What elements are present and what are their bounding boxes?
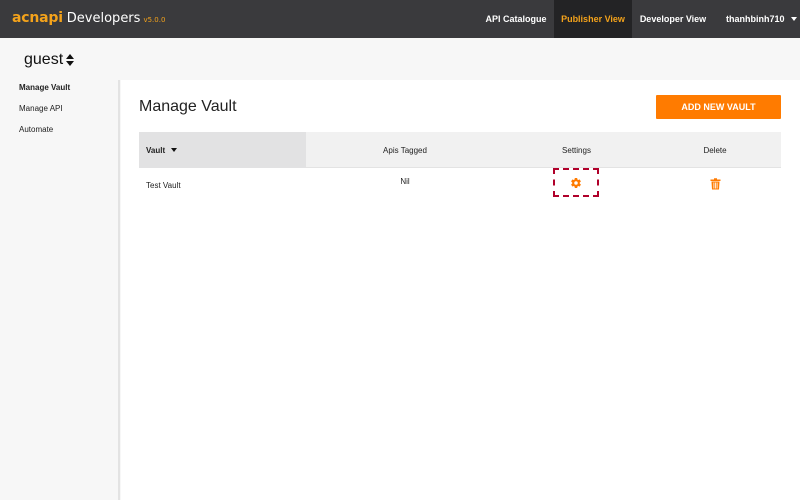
nav-label: API Catalogue bbox=[485, 14, 547, 24]
table-header: Vault Apis Tagged Settings Delete bbox=[139, 132, 781, 168]
column-header-label: Vault bbox=[146, 145, 166, 155]
main-content: Manage Vault ADD NEW VAULT Vault Apis Ta… bbox=[121, 80, 800, 500]
user-menu[interactable]: thanhbinh710 bbox=[718, 0, 800, 38]
logo-api: api bbox=[39, 10, 63, 26]
vault-settings-button[interactable] bbox=[553, 168, 599, 197]
user-name: thanhbinh710 bbox=[726, 14, 785, 24]
table-row: Test Vault Nil bbox=[139, 168, 781, 202]
brand-logo[interactable]: acn api Developers v5.0.0 bbox=[12, 10, 165, 26]
sidebar-item-manage-vault[interactable]: Manage Vault bbox=[19, 83, 70, 92]
nav-developer-view[interactable]: Developer View bbox=[632, 0, 714, 38]
page-title: Manage Vault bbox=[139, 98, 237, 115]
sidebar-item-automate[interactable]: Automate bbox=[19, 125, 53, 134]
nav-api-catalogue[interactable]: API Catalogue bbox=[478, 0, 554, 38]
sort-icon bbox=[66, 54, 75, 66]
nav-publisher-view[interactable]: Publisher View bbox=[554, 0, 632, 38]
logo-developers: Developers bbox=[66, 11, 141, 26]
nav-label: Developer View bbox=[639, 14, 707, 24]
account-name: guest bbox=[24, 51, 64, 68]
nav-label: Publisher View bbox=[561, 14, 625, 24]
add-new-vault-button[interactable]: ADD NEW VAULT bbox=[656, 95, 781, 119]
sidebar: Manage Vault Manage API Automate bbox=[0, 80, 120, 500]
vault-apis-tagged: Nil bbox=[400, 177, 410, 186]
trash-icon bbox=[710, 178, 720, 190]
chevron-down-icon bbox=[790, 17, 797, 21]
logo-acn: acn bbox=[12, 10, 40, 26]
column-header-settings: Settings bbox=[562, 145, 591, 155]
sidebar-item-manage-api[interactable]: Manage API bbox=[19, 104, 63, 113]
vault-delete-button[interactable] bbox=[708, 177, 722, 191]
sort-desc-icon bbox=[171, 148, 178, 152]
vault-name: Test Vault bbox=[146, 181, 181, 190]
top-navigation-bar: acn api Developers v5.0.0 API Catalogue P… bbox=[0, 0, 800, 38]
app-version: v5.0.0 bbox=[143, 16, 166, 24]
account-selector[interactable]: guest bbox=[24, 51, 75, 69]
column-header-apis-tagged: Apis Tagged bbox=[383, 145, 427, 155]
gear-icon bbox=[571, 177, 581, 188]
vault-table: Vault Apis Tagged Settings Delete Test V… bbox=[139, 132, 781, 202]
column-header-vault[interactable]: Vault bbox=[139, 132, 306, 168]
column-header-delete: Delete bbox=[703, 145, 727, 155]
